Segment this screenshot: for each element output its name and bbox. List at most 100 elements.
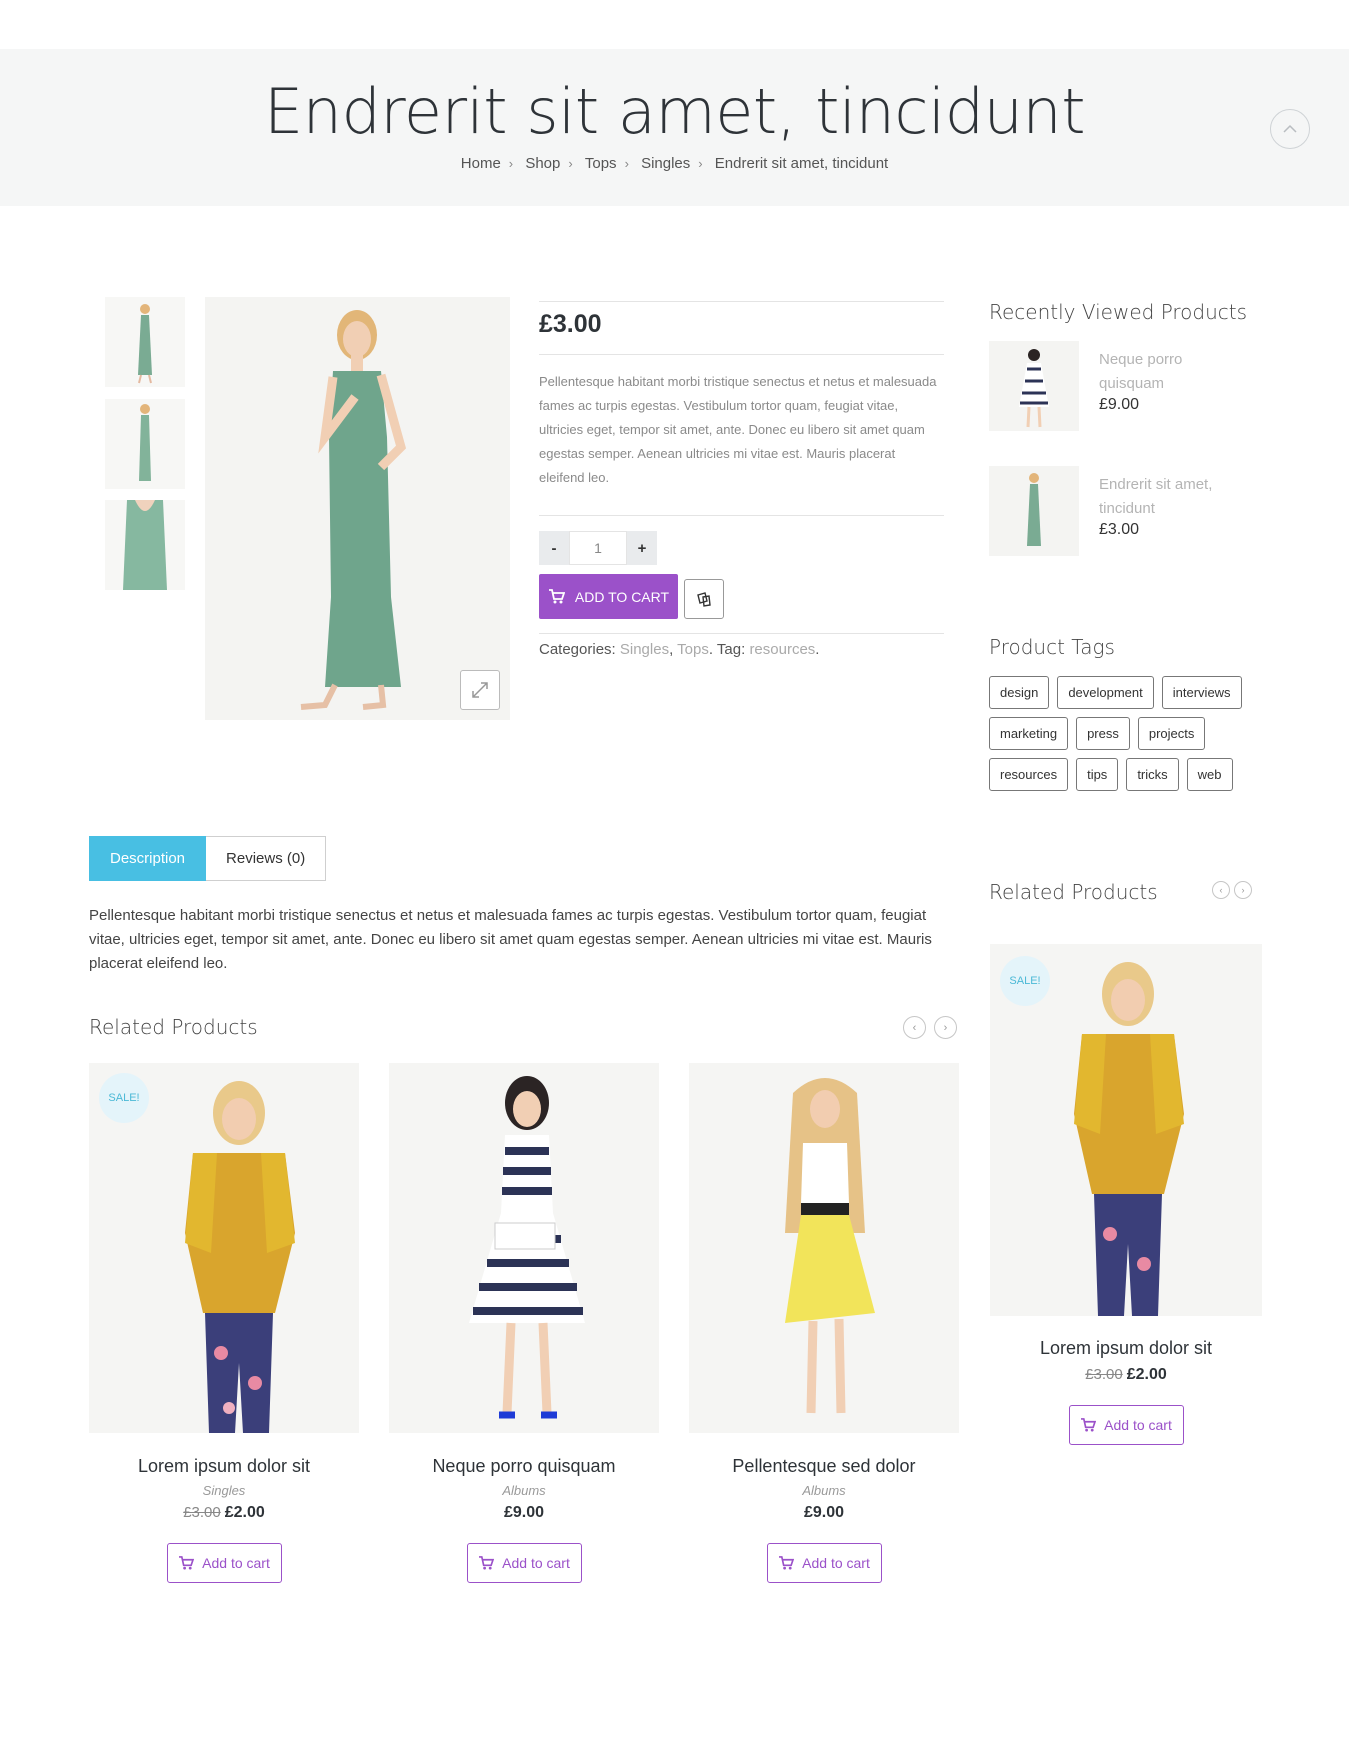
product-price: £9.00: [689, 1504, 959, 1522]
sidebar-related-nav: ‹ ›: [1212, 881, 1252, 899]
categories-label: Categories:: [539, 641, 620, 658]
chevron-right-icon[interactable]: ›: [934, 1016, 957, 1039]
add-to-cart-button[interactable]: ADD TO CART: [539, 574, 678, 619]
product-image[interactable]: [389, 1063, 659, 1433]
tag-development[interactable]: development: [1057, 676, 1154, 709]
add-to-cart-label: Add to cart: [1104, 1417, 1172, 1433]
product-card[interactable]: Neque porro quisquam Albums £9.00 Add to…: [389, 1063, 659, 1583]
divider: [539, 301, 944, 302]
breadcrumb-singles[interactable]: Singles: [641, 155, 690, 172]
product-thumbnail[interactable]: [989, 341, 1079, 431]
sale-badge: SALE!: [1000, 956, 1050, 1006]
product-category[interactable]: Albums: [689, 1483, 959, 1498]
dress-back-image: [139, 404, 151, 481]
cart-icon: [179, 1556, 195, 1570]
tag-link-resources[interactable]: resources: [749, 641, 815, 658]
recently-viewed-item[interactable]: Neque porro quisquam £9.00: [989, 341, 1249, 431]
thumbnail-2[interactable]: [105, 399, 185, 489]
current-price: £2.00: [224, 1504, 265, 1521]
product-image[interactable]: [689, 1063, 959, 1433]
recently-viewed-name[interactable]: Neque porro quisquam: [1099, 348, 1239, 396]
tag-interviews[interactable]: interviews: [1161, 676, 1242, 709]
divider: [539, 633, 944, 634]
breadcrumb-shop[interactable]: Shop: [525, 155, 560, 172]
product-name[interactable]: Lorem ipsum dolor sit: [89, 1456, 359, 1477]
expand-icon: [472, 682, 488, 698]
category-link-singles[interactable]: Singles: [620, 641, 669, 658]
product-price: £3.00 £2.00: [89, 1504, 359, 1522]
product-name[interactable]: Pellentesque sed dolor: [689, 1456, 959, 1477]
chevron-right-icon: ›: [624, 156, 629, 171]
woman-striped-dress-image: [1019, 349, 1049, 428]
add-to-cart-label: ADD TO CART: [574, 588, 670, 605]
woman-green-dress-image: [300, 310, 407, 710]
add-to-cart-button[interactable]: Add to cart: [466, 1543, 582, 1583]
separator-text: .: [815, 641, 820, 658]
tab-description-content: Pellentesque habitant morbi tristique se…: [89, 907, 932, 972]
product-image[interactable]: SALE!: [990, 944, 1262, 1316]
product-price: £9.00: [389, 1504, 659, 1522]
quantity-input[interactable]: 1: [569, 531, 627, 565]
sidebar-product-card[interactable]: SALE! Lorem ipsum dolor sit £3.00 £2.00 A…: [990, 944, 1262, 1445]
old-price: £3.00: [183, 1504, 221, 1521]
tag-resources[interactable]: resources: [989, 758, 1069, 791]
product-tags-title: Product Tags: [989, 635, 1115, 659]
add-to-cart-button[interactable]: Add to cart: [766, 1543, 882, 1583]
chevron-left-icon[interactable]: ‹: [903, 1016, 926, 1039]
page-hero: Endrerit sit amet, tincidunt Home › Shop ›…: [0, 49, 1349, 206]
related-carousel-nav: ‹ ›: [903, 1016, 957, 1039]
divider: [539, 354, 944, 355]
sidebar-related-title: Related Products: [989, 880, 1158, 904]
product-category[interactable]: Singles: [89, 1483, 359, 1498]
separator-text: ,: [669, 641, 678, 658]
scroll-up-button[interactable]: [1270, 109, 1310, 149]
quantity-increase-button[interactable]: +: [627, 531, 657, 565]
thumbnail-1[interactable]: [105, 297, 185, 387]
add-to-cart-button[interactable]: Add to cart: [166, 1543, 282, 1583]
tab-reviews[interactable]: Reviews (0): [206, 836, 327, 881]
compare-button[interactable]: [684, 579, 724, 619]
product-meta: Categories: Singles, Tops. Tag: resource…: [539, 641, 819, 658]
tag-press[interactable]: press: [1076, 717, 1130, 750]
tag-tricks[interactable]: tricks: [1126, 758, 1179, 791]
dress-closeup-image: [123, 500, 167, 590]
category-link-tops[interactable]: Tops: [677, 641, 709, 658]
zoom-button[interactable]: [460, 670, 500, 710]
recently-viewed-price: £3.00: [1099, 521, 1140, 538]
breadcrumb-home[interactable]: Home: [461, 155, 501, 172]
recently-viewed-name[interactable]: Endrerit sit amet, tincidunt: [1099, 473, 1239, 521]
add-to-cart-label: Add to cart: [202, 1555, 270, 1571]
tag-tips[interactable]: tips: [1076, 758, 1119, 791]
tag-design[interactable]: design: [989, 676, 1050, 709]
page-title: Endrerit sit amet, tincidunt: [263, 75, 1086, 148]
thumbnail-3[interactable]: [105, 500, 185, 590]
product-card[interactable]: Pellentesque sed dolor Albums £9.00 Add …: [689, 1063, 959, 1583]
tab-description[interactable]: Description: [89, 836, 207, 881]
product-card[interactable]: SALE! Lorem ipsum dolor sit Singles £3.0…: [89, 1063, 359, 1583]
breadcrumb-tops[interactable]: Tops: [585, 155, 617, 172]
product-category[interactable]: Albums: [389, 1483, 659, 1498]
tag-web[interactable]: web: [1186, 758, 1233, 791]
chevron-right-icon[interactable]: ›: [1234, 881, 1252, 899]
product-name[interactable]: Neque porro quisquam: [389, 1456, 659, 1477]
recently-viewed-price: £9.00: [1099, 396, 1140, 413]
compare-icon: [697, 592, 711, 607]
recently-viewed-item[interactable]: Endrerit sit amet, tincidunt £3.00: [989, 466, 1249, 556]
chevron-right-icon: ›: [568, 156, 573, 171]
product-thumbnail[interactable]: [989, 466, 1079, 556]
sale-badge: SALE!: [99, 1073, 149, 1123]
cart-icon: [1081, 1418, 1097, 1432]
chevron-left-icon[interactable]: ‹: [1212, 881, 1230, 899]
current-price: £9.00: [803, 1504, 845, 1521]
tag-marketing[interactable]: marketing: [989, 717, 1069, 750]
product-name[interactable]: Lorem ipsum dolor sit: [990, 1338, 1262, 1359]
woman-striped-dress-image: [469, 1076, 585, 1419]
chevron-right-icon: ›: [508, 156, 514, 171]
main-product-image[interactable]: [205, 297, 510, 720]
divider: [539, 515, 944, 516]
tag-projects[interactable]: projects: [1137, 717, 1206, 750]
quantity-decrease-button[interactable]: -: [539, 531, 569, 565]
product-image[interactable]: SALE!: [89, 1063, 359, 1433]
add-to-cart-button[interactable]: Add to cart: [1068, 1405, 1184, 1445]
tag-cloud: design development interviews marketing …: [989, 676, 1259, 791]
